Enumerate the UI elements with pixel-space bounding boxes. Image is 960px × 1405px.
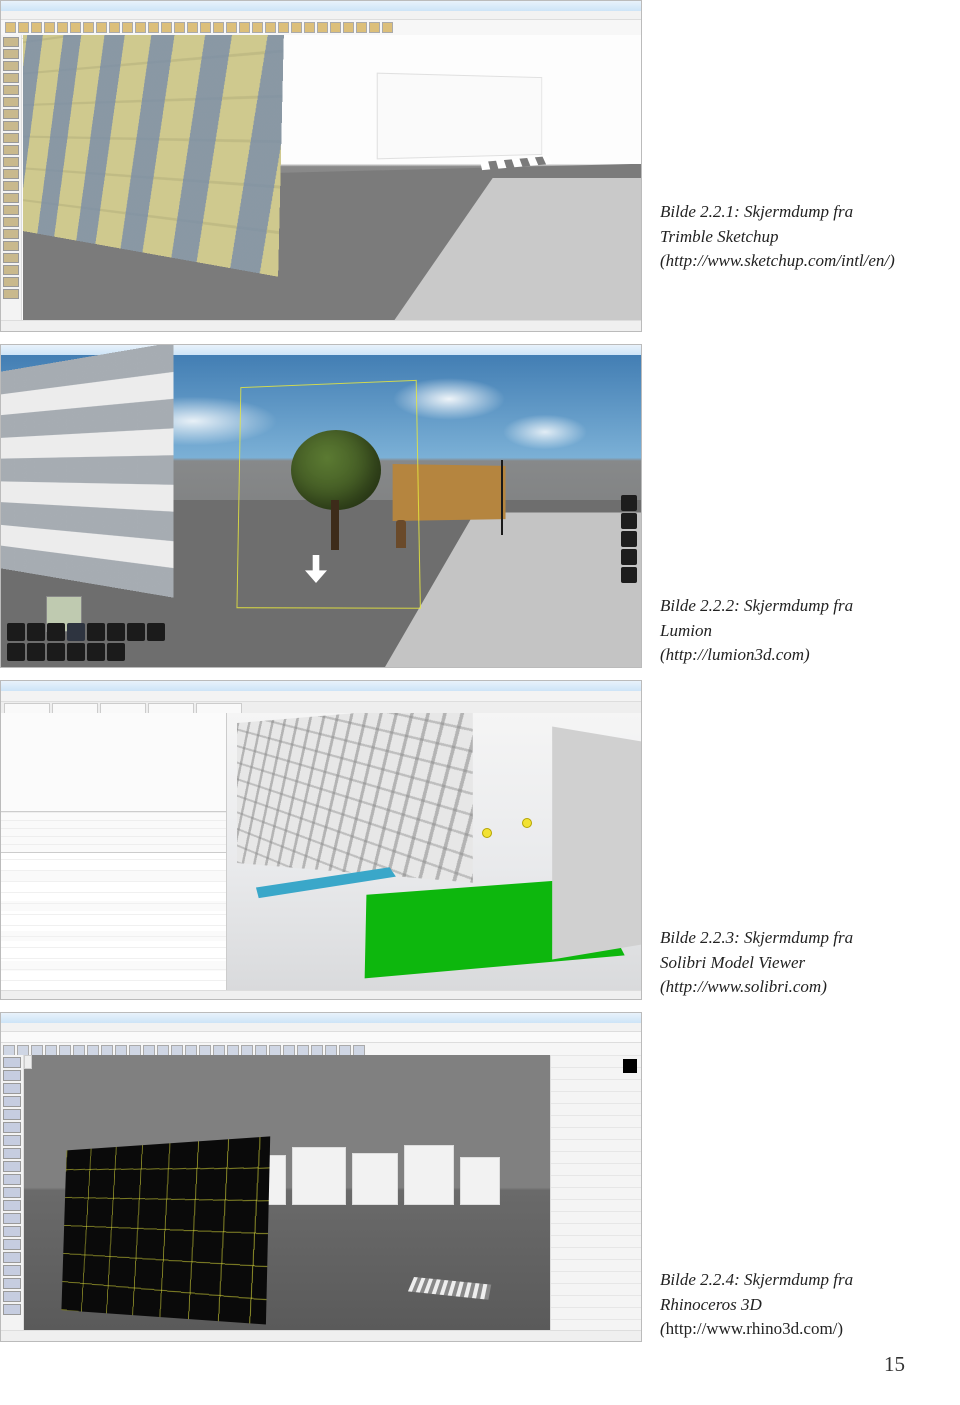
menu-bar: [1, 691, 641, 702]
issue-panel: [1, 812, 226, 853]
screenshot-rhino: [0, 1012, 642, 1342]
background-houses: [244, 1135, 510, 1205]
status-bar: [1, 320, 641, 331]
window-titlebar: [1, 1, 641, 11]
left-panel: [1, 713, 227, 991]
building-mesh: [237, 713, 473, 883]
color-swatch: [623, 1059, 637, 1073]
tool-palette-left: [1, 35, 22, 331]
screenshot-solibri: [0, 680, 642, 1000]
window-titlebar: [1, 1013, 641, 1023]
document-page: Bilde 2.2.1: Skjermdump fra Trimble Sket…: [0, 0, 960, 1405]
page-number: 15: [884, 1352, 905, 1377]
bottom-tool-panel: [7, 623, 167, 661]
caption-label: Bilde 2.2.2: Skjermdump fra Lumion: [660, 596, 853, 640]
window-titlebar: [1, 345, 641, 355]
issue-marker-icon: [522, 818, 532, 828]
background-building: [377, 73, 542, 160]
main-building: [0, 344, 174, 598]
caption-4: Bilde 2.2.4: Skjermdump fra Rhinoceros 3…: [642, 1268, 902, 1342]
caption-url: (http://www.rhino3d.com/): [660, 1319, 843, 1338]
person-figure: [396, 520, 406, 548]
figure-4: Bilde 2.2.4: Skjermdump fra Rhinoceros 3…: [0, 1012, 960, 1342]
figure-1: Bilde 2.2.1: Skjermdump fra Trimble Sket…: [0, 0, 960, 332]
grating: [408, 1277, 491, 1300]
screenshot-lumion: [0, 344, 642, 668]
street-lamp: [501, 460, 503, 535]
viewport-3d: [227, 713, 641, 991]
info-panel: [1, 713, 226, 812]
screenshot-sketchup: [0, 0, 642, 332]
caption-url: (http://www.sketchup.com/intl/en/): [660, 251, 895, 270]
selection-bounding-box: [236, 380, 420, 609]
properties-table: [1, 853, 226, 991]
main-body: [1, 713, 641, 991]
caption-1: Bilde 2.2.1: Skjermdump fra Trimble Sket…: [642, 200, 902, 274]
selected-geometry: [61, 1136, 270, 1324]
viewport-perspective: [24, 1055, 550, 1331]
side-wall: [552, 727, 641, 960]
window-titlebar: [1, 681, 641, 691]
caption-label: Bilde 2.2.1: Skjermdump fra Trimble Sket…: [660, 202, 853, 246]
caption-label: Bilde 2.2.3: Skjermdump fra Solibri Mode…: [660, 928, 853, 972]
properties-panel: [550, 1055, 641, 1331]
viewport-3d: [23, 35, 641, 321]
figure-2: Bilde 2.2.2: Skjermdump fra Lumion (http…: [0, 344, 960, 668]
caption-label: Bilde 2.2.4: Skjermdump fra Rhinoceros 3…: [660, 1270, 853, 1314]
viewport-label: [24, 1055, 32, 1069]
main-body: [1, 1055, 641, 1331]
issue-marker-icon: [482, 828, 492, 838]
right-tool-panel: [621, 495, 637, 583]
status-bar: [1, 1330, 641, 1341]
status-bar: [1, 990, 641, 999]
caption-3: Bilde 2.2.3: Skjermdump fra Solibri Mode…: [642, 926, 902, 1000]
caption-url: (http://www.solibri.com): [660, 977, 827, 996]
caption-2: Bilde 2.2.2: Skjermdump fra Lumion (http…: [642, 594, 902, 668]
menu-bar: [1, 1023, 641, 1032]
tool-palette-left: [1, 1055, 24, 1331]
figure-3: Bilde 2.2.3: Skjermdump fra Solibri Mode…: [0, 680, 960, 1000]
menu-bar: [1, 11, 641, 20]
caption-url: (http://lumion3d.com): [660, 645, 810, 664]
command-line: [1, 1032, 641, 1043]
